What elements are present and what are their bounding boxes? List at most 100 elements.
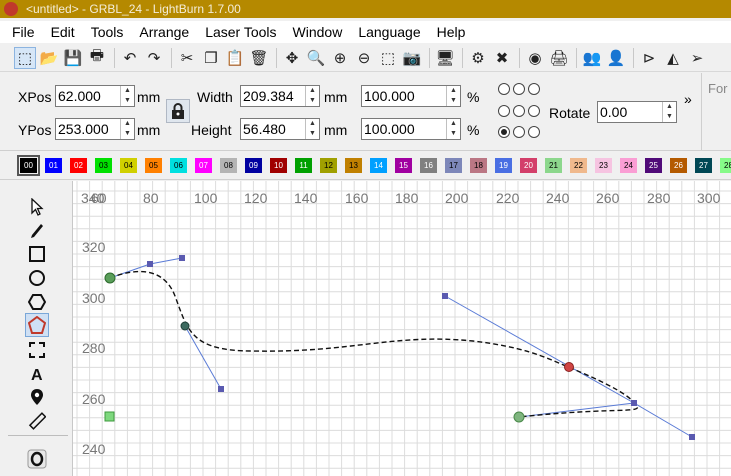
scale-height-input[interactable]: 100.000 ▲ ▼ (361, 118, 461, 140)
xpos-stepper[interactable]: ▲ ▼ (120, 86, 134, 106)
zoom-fit-icon[interactable]: ⊖ (353, 47, 375, 69)
canvas-svg[interactable]: 34060 80 100 120 140 160 180 200 220 240 260 280 300… (73, 181, 731, 476)
position-pin-icon[interactable] (25, 385, 49, 409)
layer-swatch-28[interactable]: 28 (720, 158, 731, 173)
layer-swatch-15[interactable]: 15 (395, 158, 412, 173)
layer-swatch-10[interactable]: 10 (270, 158, 287, 173)
monitor-icon[interactable]: 🖥 (434, 47, 456, 69)
menu-help[interactable]: Help (429, 21, 474, 43)
anchor-top-center[interactable] (513, 83, 525, 95)
height-input[interactable]: 56.480 ▲ ▼ (240, 118, 320, 140)
xpos-input[interactable]: 62.000 ▲ ▼ (55, 85, 135, 107)
paste-icon[interactable]: 📋 (224, 47, 246, 69)
anchor-middle-center[interactable] (513, 105, 525, 117)
layer-swatch-04[interactable]: 04 (120, 158, 137, 173)
anchor-middle-right[interactable] (528, 105, 540, 117)
layer-swatch-25[interactable]: 25 (645, 158, 662, 173)
curve-node[interactable] (513, 411, 525, 423)
layer-swatch-20[interactable]: 20 (520, 158, 537, 173)
anchor-bottom-center[interactable] (513, 126, 525, 138)
rotate-stepper[interactable]: ▲ ▼ (662, 102, 676, 122)
design-canvas[interactable]: 340 60 80 100 120 140 160 180 200 220 240 260 280 300… (72, 181, 731, 476)
layer-swatch-19[interactable]: 19 (495, 158, 512, 173)
anchor-top-left[interactable] (498, 83, 510, 95)
camera-icon[interactable]: 📷 (401, 47, 423, 69)
curve-node-selected[interactable] (564, 362, 574, 372)
layer-swatch-06[interactable]: 06 (170, 158, 187, 173)
move-icon[interactable]: ✥ (281, 47, 303, 69)
layer-swatch-09[interactable]: 09 (245, 158, 262, 173)
layer-swatch-18[interactable]: 18 (470, 158, 487, 173)
menu-edit[interactable]: Edit (43, 21, 83, 43)
delete-icon[interactable]: 🗑 (248, 47, 270, 69)
scale-height-stepper[interactable]: ▲ ▼ (446, 119, 460, 139)
frame-icon[interactable]: ⬚ (377, 47, 399, 69)
tools-icon[interactable]: ✖ (491, 47, 513, 69)
select-new-icon[interactable]: ⬚ (14, 46, 36, 69)
layer-swatch-16[interactable]: 16 (420, 158, 437, 173)
save-icon[interactable]: 💾 (62, 47, 84, 69)
rectangle-icon[interactable] (25, 242, 49, 266)
menu-laser-tools[interactable]: Laser Tools (197, 21, 284, 43)
polygon-icon[interactable] (25, 290, 49, 314)
zoom-in-icon[interactable]: 🔍 (305, 47, 327, 69)
more-options-button[interactable]: » (684, 91, 692, 107)
lock-aspect-button[interactable] (166, 99, 190, 123)
text-icon[interactable]: A (25, 362, 49, 386)
edit-nodes-icon[interactable] (25, 219, 49, 243)
menu-language[interactable]: Language (350, 21, 428, 43)
layer-swatch-05[interactable]: 05 (145, 158, 162, 173)
layer-swatch-22[interactable]: 22 (570, 158, 587, 173)
send-to-icon[interactable]: ➢ (686, 47, 708, 69)
ellipse-icon[interactable] (25, 266, 49, 290)
frame-box-icon[interactable] (25, 338, 49, 362)
layer-swatch-27[interactable]: 27 (695, 158, 712, 173)
ypos-stepper[interactable]: ▲ ▼ (120, 119, 134, 139)
control-handle[interactable] (147, 261, 153, 267)
rotate-input[interactable]: 0.00 ▲ ▼ (597, 101, 677, 123)
layer-swatch-01[interactable]: 01 (45, 158, 62, 173)
redo-icon[interactable]: ↷ (143, 47, 165, 69)
layer-swatch-03[interactable]: 03 (95, 158, 112, 173)
mirror-v-icon[interactable]: ◭ (662, 47, 684, 69)
layer-swatch-17[interactable]: 17 (445, 158, 462, 173)
anchor-middle-left[interactable] (498, 105, 510, 117)
layer-swatch-07[interactable]: 07 (195, 158, 212, 173)
copy-icon[interactable]: ❐ (200, 47, 222, 69)
scale-width-stepper[interactable]: ▲ ▼ (446, 86, 460, 106)
user-icon[interactable]: 👤 (605, 47, 627, 69)
layer-swatch-12[interactable]: 12 (320, 158, 337, 173)
scale-width-input[interactable]: 100.000 ▲ ▼ (361, 85, 461, 107)
layer-swatch-21[interactable]: 21 (545, 158, 562, 173)
users-icon[interactable]: 👥 (581, 47, 603, 69)
undo-icon[interactable]: ↶ (119, 47, 141, 69)
layer-swatch-24[interactable]: 24 (620, 158, 637, 173)
anchor-bottom-right[interactable] (528, 126, 540, 138)
ypos-input[interactable]: 253.000 ▲ ▼ (55, 118, 135, 140)
control-handle[interactable] (689, 434, 695, 440)
menu-arrange[interactable]: Arrange (131, 21, 197, 43)
layer-swatch-13[interactable]: 13 (345, 158, 362, 173)
settings-icon[interactable]: ⚙ (467, 47, 489, 69)
measure-icon[interactable] (25, 409, 49, 433)
send-icon[interactable]: 🖨 (548, 47, 570, 69)
layer-swatch-14[interactable]: 14 (370, 158, 387, 173)
layer-swatch-00[interactable]: 00 (17, 155, 40, 176)
layer-swatch-02[interactable]: 02 (70, 158, 87, 173)
control-handle[interactable] (218, 386, 224, 392)
mirror-h-icon[interactable]: ⊳ (638, 47, 660, 69)
cut-icon[interactable]: ✂ (176, 47, 198, 69)
open-icon[interactable]: 📂 (38, 47, 60, 69)
layer-swatch-08[interactable]: 08 (220, 158, 237, 173)
menu-file[interactable]: File (4, 21, 43, 43)
control-handle[interactable] (442, 293, 448, 299)
width-input[interactable]: 209.384 ▲ ▼ (240, 85, 320, 107)
anchor-bottom-left[interactable] (498, 126, 510, 138)
pentagon-icon[interactable] (25, 313, 49, 337)
print-icon[interactable]: 🖶 (86, 47, 108, 69)
control-handle[interactable] (631, 400, 637, 406)
select-arrow-icon[interactable] (25, 195, 49, 219)
offset-icon[interactable] (25, 447, 49, 471)
curve-node[interactable] (180, 321, 190, 331)
anchor-top-right[interactable] (528, 83, 540, 95)
